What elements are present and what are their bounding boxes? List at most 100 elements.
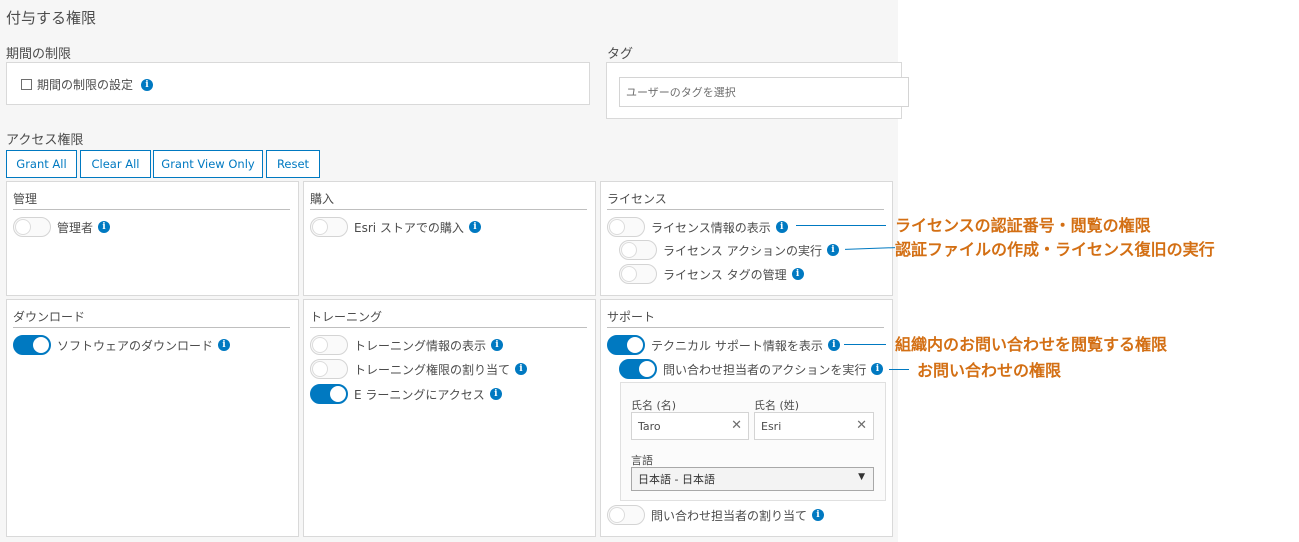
toggle-label: 問い合わせ担当者の割り当て	[651, 508, 808, 523]
toggle-license-tags[interactable]	[619, 264, 657, 284]
card-license: ライセンス ライセンス情報の表示 i ライセンス アクションの実行 i ライセン…	[600, 181, 893, 296]
page-title: 付与する権限	[6, 9, 97, 27]
permission-row: トレーニング権限の割り当て i	[310, 359, 528, 379]
access-heading: アクセス権限	[6, 133, 84, 148]
tags-box: ユーザーのタグを選択	[606, 62, 909, 119]
callout-line	[796, 225, 886, 226]
info-icon[interactable]: i	[98, 221, 111, 233]
period-checkbox-label: 期間の制限の設定	[37, 78, 134, 92]
info-icon[interactable]: i	[491, 339, 504, 351]
toggle-training-view[interactable]	[310, 335, 348, 355]
divider	[310, 327, 587, 328]
toggle-label: E ラーニングにアクセス	[354, 387, 485, 402]
toggle-software-download[interactable]	[13, 335, 51, 355]
first-name-label: 氏名 (名)	[631, 399, 677, 412]
info-icon[interactable]: i	[871, 363, 884, 375]
toggle-label: トレーニング権限の割り当て	[354, 362, 511, 377]
toggle-training-assign[interactable]	[310, 359, 348, 379]
toggle-license-view[interactable]	[607, 217, 645, 237]
permission-row: ライセンス アクションの実行 i	[619, 240, 839, 260]
clear-icon[interactable]: ✕	[856, 418, 867, 433]
callout-license-view: ライセンスの認証番号・閲覧の権限	[895, 216, 1151, 235]
grant-all-button[interactable]: Grant All	[6, 150, 77, 178]
toggle-label: ライセンス タグの管理	[663, 267, 787, 282]
info-icon[interactable]: i	[827, 339, 840, 351]
language-value: 日本語 - 日本語	[638, 473, 715, 486]
info-icon[interactable]: i	[791, 268, 804, 280]
card-purchase: 購入 Esri ストアでの購入 i	[303, 181, 596, 296]
card-title: 購入	[310, 192, 335, 206]
toggle-label: トレーニング情報の表示	[354, 338, 487, 353]
first-name-value: Taro	[638, 419, 661, 433]
chevron-down-icon: ▼	[858, 472, 865, 482]
permission-row: Esri ストアでの購入 i	[310, 217, 481, 237]
info-icon[interactable]: i	[218, 339, 231, 351]
tags-input[interactable]: ユーザーのタグを選択	[619, 77, 909, 107]
divider	[13, 209, 290, 210]
divider	[13, 327, 290, 328]
toggle-tech-support-view[interactable]	[607, 335, 645, 355]
toggle-elearning[interactable]	[310, 384, 348, 404]
clear-all-button[interactable]: Clear All	[80, 150, 151, 178]
reset-button[interactable]: Reset	[266, 150, 320, 178]
card-title: サポート	[607, 310, 656, 324]
card-admin: 管理 管理者 i	[6, 181, 299, 296]
permission-row: トレーニング情報の表示 i	[310, 335, 504, 355]
toggle-label: テクニカル サポート情報を表示	[651, 338, 823, 353]
toggle-label: ソフトウェアのダウンロード	[57, 338, 214, 353]
toggle-label: 問い合わせ担当者のアクションを実行	[663, 362, 867, 377]
divider	[607, 209, 884, 210]
info-icon[interactable]: i	[141, 78, 154, 91]
callout-line	[844, 344, 886, 345]
card-title: ダウンロード	[13, 310, 86, 324]
permission-row: 管理者 i	[13, 217, 111, 237]
toggle-label: ライセンス アクションの実行	[663, 243, 822, 258]
info-icon[interactable]: i	[515, 363, 528, 375]
toggle-admin[interactable]	[13, 217, 51, 237]
permission-row: ライセンス情報の表示 i	[607, 217, 788, 237]
period-heading: 期間の制限	[6, 47, 72, 62]
toggle-label: 管理者	[57, 220, 94, 235]
card-support: サポート テクニカル サポート情報を表示 i 問い合わせ担当者のアクションを実行…	[600, 299, 893, 537]
permission-row: ライセンス タグの管理 i	[619, 264, 804, 284]
tags-placeholder: ユーザーのタグを選択	[626, 86, 736, 99]
permission-row: E ラーニングにアクセス i	[310, 384, 502, 404]
last-name-value: Esri	[761, 419, 782, 433]
contact-form: 氏名 (名) 氏名 (姓) Taro ✕ Esri ✕ 言語 日本語 - 日本語…	[620, 382, 886, 501]
tags-heading: タグ	[607, 47, 634, 62]
callout-license-action: 認証ファイルの作成・ライセンス復旧の実行	[895, 240, 1215, 259]
last-name-field[interactable]: Esri ✕	[754, 412, 874, 440]
info-icon[interactable]: i	[826, 244, 839, 256]
clear-icon[interactable]: ✕	[731, 418, 742, 433]
toggle-esri-store-purchase[interactable]	[310, 217, 348, 237]
permission-row: ソフトウェアのダウンロード i	[13, 335, 231, 355]
permission-row: 問い合わせ担当者のアクションを実行 i	[619, 359, 884, 379]
card-download: ダウンロード ソフトウェアのダウンロード i	[6, 299, 299, 537]
period-checkbox[interactable]	[21, 79, 32, 90]
info-icon[interactable]: i	[812, 509, 825, 521]
divider	[607, 327, 884, 328]
callout-support-view: 組織内のお問い合わせを閲覧する権限	[895, 335, 1168, 354]
card-title: 管理	[13, 192, 38, 206]
toggle-label: ライセンス情報の表示	[651, 220, 771, 235]
grant-view-only-button[interactable]: Grant View Only	[153, 150, 263, 178]
info-icon[interactable]: i	[775, 221, 788, 233]
toggle-contact-assign[interactable]	[607, 505, 645, 525]
period-checkbox-row[interactable]: 期間の制限の設定 i	[21, 76, 154, 93]
first-name-field[interactable]: Taro ✕	[631, 412, 749, 440]
callout-contact-permission: お問い合わせの権限	[917, 361, 1062, 380]
permission-row: テクニカル サポート情報を表示 i	[607, 335, 840, 355]
last-name-label: 氏名 (姓)	[754, 399, 800, 412]
callout-line	[889, 369, 909, 370]
language-label: 言語	[631, 454, 653, 467]
divider	[310, 209, 587, 210]
period-box: 期間の制限の設定 i	[6, 62, 590, 105]
language-select[interactable]: 日本語 - 日本語 ▼	[631, 467, 874, 491]
permissions-panel: 付与する権限 期間の制限 期間の制限の設定 i タグ ユーザーのタグを選択 アク…	[0, 0, 909, 542]
card-title: ライセンス	[607, 192, 667, 206]
toggle-license-action[interactable]	[619, 240, 657, 260]
info-icon[interactable]: i	[489, 388, 502, 400]
permission-row: 問い合わせ担当者の割り当て i	[607, 505, 825, 525]
toggle-contact-action[interactable]	[619, 359, 657, 379]
info-icon[interactable]: i	[468, 221, 481, 233]
